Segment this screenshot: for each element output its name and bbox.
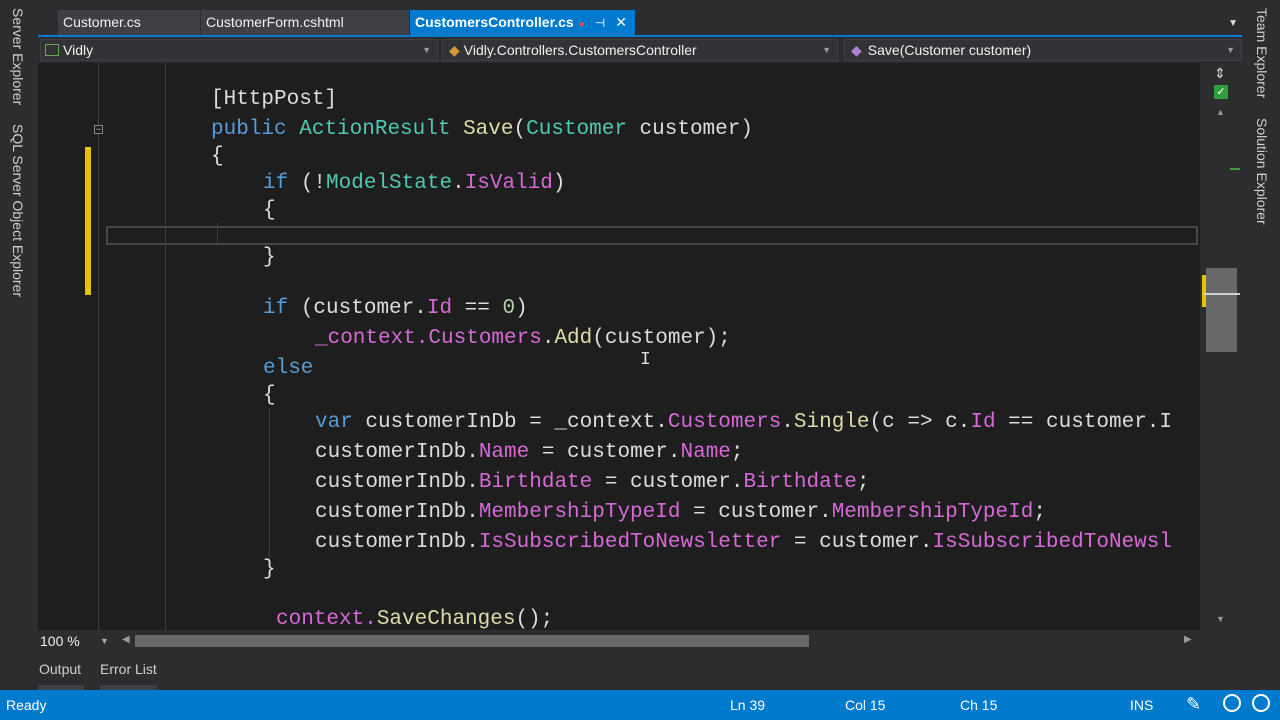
tab-output[interactable]: Output	[39, 661, 81, 677]
caret-position-marker	[1204, 293, 1240, 295]
no-issues-check-icon[interactable]: ✓	[1214, 85, 1228, 99]
char-number: Ch 15	[960, 697, 998, 713]
scroll-right-icon[interactable]: ▶	[1184, 634, 1192, 645]
class-dropdown[interactable]: ◆ Vidly.Controllers.CustomersController ▼	[442, 39, 838, 61]
tab-label: CustomerForm.cshtml	[206, 14, 344, 30]
account-icon[interactable]	[1252, 694, 1270, 712]
code-line-membership: customerInDb.MembershipTypeId = customer…	[315, 501, 1046, 524]
horizontal-scroll-thumb[interactable]	[135, 635, 809, 647]
code-line-if-valid: if (!ModelState.IsValid)	[263, 172, 566, 195]
status-text: Ready	[6, 697, 47, 713]
insert-mode[interactable]: INS	[1130, 697, 1153, 713]
scroll-up-icon[interactable]: ▲	[1216, 107, 1225, 117]
document-tab-bar: Customer.cs CustomerForm.cshtml Customer…	[38, 0, 1242, 36]
unsaved-change-marker	[85, 147, 91, 295]
change-map-marker	[1230, 168, 1240, 170]
close-icon[interactable]: ✕	[615, 14, 627, 30]
team-explorer-tab[interactable]: Team Explorer	[1254, 8, 1270, 98]
code-line-name: customerInDb.Name = customer.Name;	[315, 441, 744, 464]
chevron-down-icon: ▼	[422, 45, 431, 55]
class-name: Vidly.Controllers.CustomersController	[463, 42, 697, 58]
pin-icon[interactable]: ⊣	[595, 16, 605, 30]
code-line-if-id: if (customer.Id == 0)	[263, 297, 528, 320]
code-editor[interactable]: − [HttpPost] public ActionResult Save(Cu…	[38, 63, 1200, 630]
left-tool-rail: Server Explorer SQL Server Object Explor…	[0, 0, 38, 690]
project-name: Vidly	[63, 42, 94, 58]
code-line-single: var customerInDb = _context.Customers.Si…	[315, 411, 1173, 434]
change-map-marker	[1202, 275, 1206, 307]
indent-guide	[217, 223, 218, 243]
tab-overflow-icon[interactable]: ▼	[1228, 18, 1238, 29]
zoom-dropdown[interactable]: 100 % ▼	[40, 632, 112, 650]
tab-customerform-cshtml[interactable]: CustomerForm.cshtml	[201, 10, 409, 35]
code-line-brace: {	[263, 199, 276, 222]
solution-explorer-tab[interactable]: Solution Explorer	[1254, 118, 1270, 225]
code-line-attribute: [HttpPost]	[211, 88, 338, 111]
scroll-down-icon[interactable]: ▼	[1216, 614, 1225, 624]
code-line-birthdate: customerInDb.Birthdate = customer.Birthd…	[315, 471, 870, 494]
project-dropdown[interactable]: Vidly ▼	[40, 39, 438, 61]
server-explorer-tab[interactable]: Server Explorer	[10, 8, 26, 105]
chevron-down-icon: ▼	[100, 636, 109, 646]
column-number: Col 15	[845, 697, 886, 713]
indent-guide	[269, 408, 270, 563]
code-line-savechanges: context.SaveChanges();	[276, 608, 554, 630]
class-icon: ◆	[449, 42, 460, 58]
chevron-down-icon: ▼	[822, 45, 831, 55]
chevron-down-icon: ▼	[1226, 45, 1235, 55]
status-bar: Ready Ln 39 Col 15 Ch 15 INS ✎	[0, 690, 1280, 720]
member-dropdown[interactable]: ◆ Save(Customer customer) ▼	[844, 39, 1242, 61]
mouse-ibeam-icon: I	[640, 350, 651, 370]
collapse-icon[interactable]: −	[94, 125, 103, 134]
notifications-icon[interactable]	[1223, 694, 1241, 712]
current-line-highlight	[106, 226, 1198, 245]
code-line-signature: public ActionResult Save(Customer custom…	[211, 118, 753, 141]
zoom-level: 100 %	[40, 633, 80, 649]
right-tool-rail: Team Explorer Solution Explorer	[1242, 0, 1280, 690]
code-line-else: else	[263, 357, 314, 380]
gutter-separator	[98, 63, 99, 630]
tab-customer-cs[interactable]: Customer.cs	[58, 10, 200, 35]
tab-label: Customer.cs	[63, 14, 141, 30]
tab-label: CustomersController.cs	[415, 14, 574, 30]
horizontal-bar: 100 % ▼ ◀ ▶	[38, 630, 1242, 652]
project-icon	[45, 44, 59, 56]
code-line-brace: }	[263, 246, 276, 269]
navigation-bar: Vidly ▼ ◆ Vidly.Controllers.CustomersCont…	[38, 37, 1242, 63]
scroll-thumb[interactable]	[1206, 268, 1237, 352]
member-name: Save(Customer customer)	[867, 42, 1032, 58]
bottom-panel-tabs: Output Error List	[38, 652, 1242, 690]
feedback-icon[interactable]: ✎	[1186, 694, 1201, 715]
line-number: Ln 39	[730, 697, 766, 713]
vertical-scrollbar[interactable]: ⇕ ✓ ▲ ▼	[1200, 63, 1242, 630]
code-line-brace: }	[263, 558, 276, 581]
modified-dot-icon: ●	[578, 19, 585, 30]
tab-actions: ● ⊣ ✕	[579, 10, 627, 37]
tab-customerscontroller-cs[interactable]: CustomersController.cs ● ⊣ ✕	[410, 10, 635, 35]
code-line-subscribed: customerInDb.IsSubscribedToNewsletter = …	[315, 531, 1172, 554]
method-icon: ◆	[851, 42, 862, 58]
split-view-icon[interactable]: ⇕	[1214, 65, 1226, 82]
code-line-brace: {	[263, 384, 276, 407]
code-line-add: _context.Customers.Add(customer);	[315, 327, 731, 350]
sql-server-object-explorer-tab[interactable]: SQL Server Object Explorer	[10, 124, 26, 297]
scroll-left-icon[interactable]: ◀	[122, 634, 130, 645]
tab-error-list[interactable]: Error List	[100, 661, 157, 677]
code-line-brace: {	[211, 145, 224, 168]
indent-guide	[165, 63, 166, 630]
